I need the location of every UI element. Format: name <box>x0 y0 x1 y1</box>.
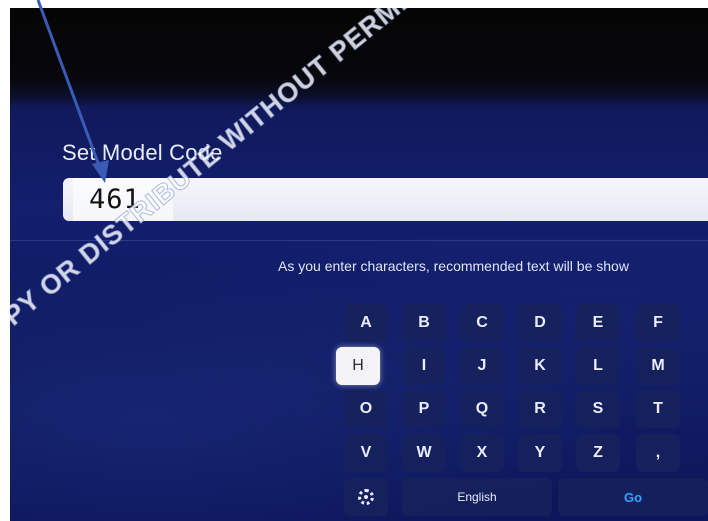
arrow-shaft <box>36 0 103 172</box>
annotation-arrow <box>36 0 109 183</box>
photo-frame: Set Model Code 461 As you enter characte… <box>0 0 708 521</box>
arrow-head <box>92 160 109 183</box>
